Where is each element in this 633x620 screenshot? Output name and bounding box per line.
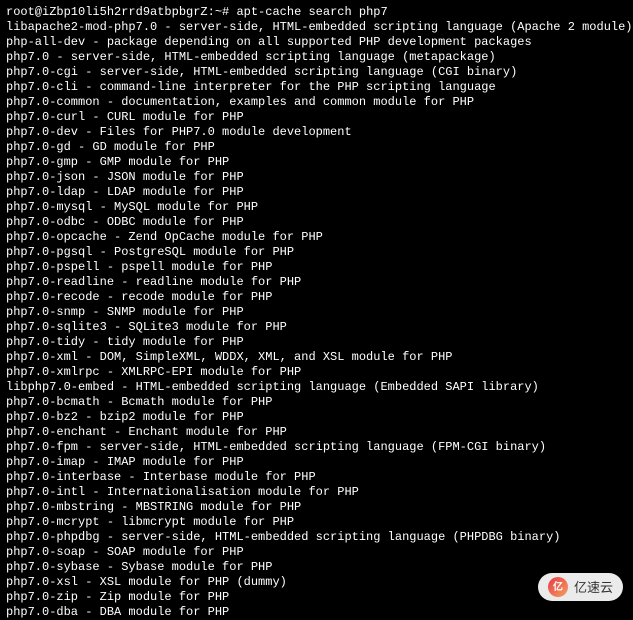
output-line: php7.0-readline - readline module for PH… — [6, 275, 627, 290]
output-line: php7.0-gd - GD module for PHP — [6, 140, 627, 155]
output-line: php7.0-opcache - Zend OpCache module for… — [6, 230, 627, 245]
command-output: libapache2-mod-php7.0 - server-side, HTM… — [6, 20, 627, 620]
output-line: php7.0 - server-side, HTML-embedded scri… — [6, 50, 627, 65]
output-line: php7.0-xmlrpc - XMLRPC-EPI module for PH… — [6, 365, 627, 380]
output-line: php7.0-fpm - server-side, HTML-embedded … — [6, 440, 627, 455]
output-line: php7.0-sqlite3 - SQLite3 module for PHP — [6, 320, 627, 335]
output-line: php7.0-pgsql - PostgreSQL module for PHP — [6, 245, 627, 260]
output-line: php7.0-imap - IMAP module for PHP — [6, 455, 627, 470]
output-line: php7.0-xsl - XSL module for PHP (dummy) — [6, 575, 627, 590]
output-line: php7.0-bcmath - Bcmath module for PHP — [6, 395, 627, 410]
watermark-logo-icon: 亿 — [548, 577, 568, 597]
output-line: php7.0-dev - Files for PHP7.0 module dev… — [6, 125, 627, 140]
output-line: php7.0-recode - recode module for PHP — [6, 290, 627, 305]
output-line: php7.0-soap - SOAP module for PHP — [6, 545, 627, 560]
output-line: php7.0-common - documentation, examples … — [6, 95, 627, 110]
output-line: php7.0-intl - Internationalisation modul… — [6, 485, 627, 500]
output-line: php7.0-gmp - GMP module for PHP — [6, 155, 627, 170]
prompt-symbol: # — [222, 5, 229, 19]
output-line: php7.0-bz2 - bzip2 module for PHP — [6, 410, 627, 425]
output-line: php7.0-json - JSON module for PHP — [6, 170, 627, 185]
output-line: php7.0-tidy - tidy module for PHP — [6, 335, 627, 350]
terminal-window[interactable]: root@iZbp10li5h2rrd9atbpbgrZ:~# apt-cach… — [6, 5, 627, 620]
watermark-text: 亿速云 — [574, 580, 613, 595]
output-line: php-all-dev - package depending on all s… — [6, 35, 627, 50]
output-line: php7.0-cgi - server-side, HTML-embedded … — [6, 65, 627, 80]
output-line: php7.0-phpdbg - server-side, HTML-embedd… — [6, 530, 627, 545]
prompt-path: ~ — [215, 5, 222, 19]
output-line: php7.0-pspell - pspell module for PHP — [6, 260, 627, 275]
output-line: php7.0-mcrypt - libmcrypt module for PHP — [6, 515, 627, 530]
prompt-user-host: root@iZbp10li5h2rrd9atbpbgrZ — [6, 5, 208, 19]
output-line: libapache2-mod-php7.0 - server-side, HTM… — [6, 20, 627, 35]
output-line: php7.0-snmp - SNMP module for PHP — [6, 305, 627, 320]
output-line: php7.0-dba - DBA module for PHP — [6, 605, 627, 620]
output-line: php7.0-cli - command-line interpreter fo… — [6, 80, 627, 95]
output-line: php7.0-odbc - ODBC module for PHP — [6, 215, 627, 230]
command-prompt-line: root@iZbp10li5h2rrd9atbpbgrZ:~# apt-cach… — [6, 5, 388, 19]
output-line: php7.0-mysql - MySQL module for PHP — [6, 200, 627, 215]
output-line: php7.0-ldap - LDAP module for PHP — [6, 185, 627, 200]
output-line: php7.0-curl - CURL module for PHP — [6, 110, 627, 125]
typed-command: apt-cache search php7 — [236, 5, 387, 19]
output-line: php7.0-interbase - Interbase module for … — [6, 470, 627, 485]
output-line: php7.0-xml - DOM, SimpleXML, WDDX, XML, … — [6, 350, 627, 365]
output-line: php7.0-enchant - Enchant module for PHP — [6, 425, 627, 440]
output-line: php7.0-mbstring - MBSTRING module for PH… — [6, 500, 627, 515]
watermark-badge: 亿 亿速云 — [538, 573, 623, 601]
output-line: php7.0-sybase - Sybase module for PHP — [6, 560, 627, 575]
output-line: php7.0-zip - Zip module for PHP — [6, 590, 627, 605]
output-line: libphp7.0-embed - HTML-embedded scriptin… — [6, 380, 627, 395]
